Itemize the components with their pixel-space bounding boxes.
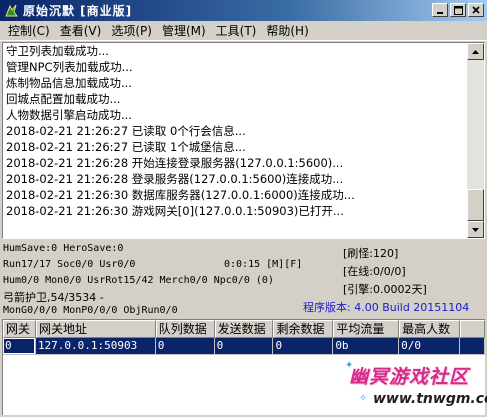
log-line: 2018-02-21 21:26:27 已读取 0个行会信息... — [6, 124, 246, 138]
minimize-button[interactable] — [432, 3, 448, 17]
column-header-remaining[interactable]: 剩余数据 — [273, 320, 334, 338]
status-guard: 弓箭护卫,54/3534 - — [3, 291, 104, 304]
minimize-icon — [437, 12, 443, 14]
log-line: 2018-02-21 21:26:28 开始连接登录服务器(127.0.0.1:… — [6, 156, 344, 170]
column-header-avg-traffic[interactable]: 平均流量 — [333, 320, 400, 338]
version-label: 程序版本: 4.00 Build 20151104 — [303, 301, 470, 314]
scroll-down-button[interactable] — [467, 221, 484, 238]
menu-control[interactable]: 控制(C) — [3, 22, 55, 39]
status-refresh: [刷怪:120] — [343, 247, 399, 260]
table-row[interactable]: 0 127.0.0.1:50903 0 0 0 0b 0/0 — [3, 338, 485, 355]
table-header: 网关 网关地址 队列数据 发送数据 剩余数据 平均流量 最高人数 — [3, 320, 485, 338]
star-icon: ✧ — [359, 393, 368, 404]
status-panel: HumSave:0 HeroSave:0 Run17/17 Soc0/0 Usr… — [0, 240, 487, 318]
watermark-title: 幽冥游戏社区 — [349, 366, 470, 388]
status-hum: Hum0/0 Mon0/0 UsrRot15/42 Merch0/0 Npc0/… — [3, 275, 274, 286]
column-header-queue[interactable]: 队列数据 — [155, 320, 215, 338]
log-line: 人物数据引擎启动成功... — [6, 108, 132, 122]
cell-avg-traffic: 0b — [333, 338, 400, 355]
column-header-extra[interactable] — [460, 320, 485, 338]
log-line: 管理NPC列表加载成功... — [6, 60, 133, 74]
menu-tools[interactable]: 工具(T) — [211, 22, 262, 39]
cell-address: 127.0.0.1:50903 — [35, 338, 156, 355]
title-bar[interactable]: 原始沉默 [商业版] — [0, 0, 487, 21]
status-mon: MonG0/0/0 MonP0/0/0 ObjRun0/0 — [3, 305, 178, 316]
close-icon — [472, 6, 480, 14]
cell-max-users: 0/0 — [399, 338, 461, 355]
menu-view[interactable]: 查看(V) — [55, 22, 107, 39]
log-line: 回城点配置加载成功... — [6, 92, 121, 106]
watermark-url: www.tnwgm.com — [373, 391, 487, 407]
app-icon — [5, 4, 18, 16]
column-header-gateway[interactable]: 网关 — [3, 320, 36, 338]
status-save: HumSave:0 HeroSave:0 — [3, 243, 124, 254]
log-line: 2018-02-21 21:26:27 已读取 1个城堡信息... — [6, 140, 246, 154]
status-online: [在线:0/0/0] — [343, 265, 406, 278]
menu-bar: 控制(C) 查看(V) 选项(P) 管理(M) 工具(T) 帮助(H) — [0, 21, 487, 41]
log-panel[interactable]: 守卫列表加载成功... 管理NPC列表加载成功... 炼制物品信息加载成功...… — [2, 42, 485, 239]
menu-options[interactable]: 选项(P) — [106, 22, 157, 39]
scroll-thumb[interactable] — [467, 189, 484, 221]
column-header-sent[interactable]: 发送数据 — [214, 320, 274, 338]
cell-extra — [460, 338, 485, 355]
log-lines: 守卫列表加载成功... 管理NPC列表加载成功... 炼制物品信息加载成功...… — [6, 43, 464, 219]
log-line: 2018-02-21 21:26:30 游戏网关[0](127.0.0.1:50… — [6, 204, 344, 218]
arrow-down-icon — [472, 227, 479, 232]
maximize-button[interactable] — [450, 3, 466, 17]
log-scrollbar[interactable] — [467, 43, 484, 238]
log-line: 2018-02-21 21:26:30 数据库服务器(127.0.0.1:600… — [6, 188, 355, 202]
watermark: ✦ 幽冥游戏社区 ✧ www.tnwgm.com — [345, 360, 487, 415]
maximize-icon — [453, 5, 463, 15]
close-button[interactable] — [468, 3, 484, 17]
cell-remaining: 0 — [273, 338, 334, 355]
cell-sent: 0 — [214, 338, 274, 355]
scroll-up-button[interactable] — [467, 43, 484, 60]
cell-queue: 0 — [155, 338, 215, 355]
log-line: 守卫列表加载成功... — [6, 44, 109, 58]
status-timer: 0:0:15 [M][F] — [224, 259, 303, 270]
status-engine: [引擎:0.0002天] — [343, 283, 427, 296]
menu-help[interactable]: 帮助(H) — [261, 22, 313, 39]
column-header-max-users[interactable]: 最高人数 — [399, 320, 461, 338]
status-run: Run17/17 Soc0/0 Usr0/0 — [3, 259, 136, 270]
window-title: 原始沉默 [商业版] — [23, 4, 133, 18]
column-header-address[interactable]: 网关地址 — [35, 320, 156, 338]
menu-manage[interactable]: 管理(M) — [157, 22, 211, 39]
log-line: 2018-02-21 21:26:28 登录服务器(127.0.0.1:5600… — [6, 172, 344, 186]
arrow-up-icon — [472, 49, 479, 54]
cell-gateway: 0 — [3, 338, 36, 355]
log-line: 炼制物品信息加载成功... — [6, 76, 132, 90]
